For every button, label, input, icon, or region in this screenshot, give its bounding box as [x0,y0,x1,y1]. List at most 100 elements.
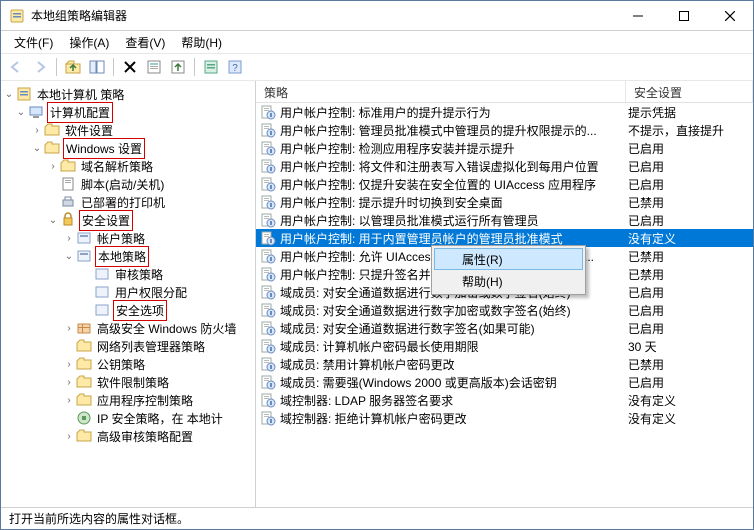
policy-value: 已禁用 [626,248,753,265]
help-button[interactable]: ? [224,56,246,78]
tree-advanced-audit[interactable]: › 高级审核策略配置 [1,427,255,445]
tree-computer-config[interactable]: ⌄ 计算机配置 [1,103,255,121]
maximize-button[interactable] [661,1,707,30]
expand-icon[interactable]: › [31,125,43,136]
expand-icon[interactable]: › [47,161,59,172]
tree-network-list[interactable]: 网络列表管理器策略 [1,337,255,355]
list-row[interactable]: 用户帐户控制: 标准用户的提升提示行为提示凭据 [256,103,753,121]
policy-value: 已启用 [626,302,753,319]
policy-item-icon [260,410,276,426]
tree-root[interactable]: ⌄ 本地计算机 策略 [1,85,255,103]
tree-label: 脚本(启动/关机) [79,175,166,194]
expand-icon[interactable]: ⌄ [47,215,59,226]
expand-icon[interactable]: › [63,323,75,334]
cm-label: 属性(R) [462,251,503,268]
properties-button[interactable] [143,56,165,78]
column-policy[interactable]: 策略 [256,81,626,102]
policy-item-icon [260,230,276,246]
policy-item-icon [260,392,276,408]
tree-dns-policy[interactable]: › 域名解析策略 [1,157,255,175]
delete-button[interactable] [119,56,141,78]
policy-item-icon [260,122,276,138]
policy-value: 提示凭据 [626,104,753,121]
list-row[interactable]: 域成员: 对安全通道数据进行数字加密或数字签名(始终)已启用 [256,301,753,319]
expand-icon[interactable]: › [63,233,75,244]
tree-label: 公钥策略 [95,355,147,374]
policy-value: 已启用 [626,374,753,391]
list-row[interactable]: 域成员: 对安全通道数据进行数字签名(如果可能)已启用 [256,319,753,337]
tree-scripts[interactable]: 脚本(启动/关机) [1,175,255,193]
menu-file[interactable]: 文件(F) [7,32,60,53]
tree-windows-settings[interactable]: ⌄ Windows 设置 [1,139,255,157]
expand-icon[interactable]: ⌄ [31,143,43,154]
close-button[interactable] [707,1,753,30]
list-row[interactable]: 域控制器: LDAP 服务器签名要求没有定义 [256,391,753,409]
tree-software-settings[interactable]: › 软件设置 [1,121,255,139]
policy-item-icon [260,302,276,318]
tree-app-control[interactable]: › 应用程序控制策略 [1,391,255,409]
expand-icon[interactable]: › [63,359,75,370]
expand-icon[interactable]: ⌄ [3,89,15,100]
tree-security-settings[interactable]: ⌄ 安全设置 [1,211,255,229]
policy-name: 用户帐户控制: 标准用户的提升提示行为 [280,104,626,121]
expand-icon[interactable]: ⌄ [15,107,27,118]
list-row[interactable]: 域控制器: 拒绝计算机帐户密码更改没有定义 [256,409,753,427]
refresh-button[interactable] [200,56,222,78]
list-row[interactable]: 用户帐户控制: 管理员批准模式中管理员的提升权限提示的...不提示，直接提升 [256,121,753,139]
list-row[interactable]: 用户帐户控制: 仅提升安装在安全位置的 UIAccess 应用程序已启用 [256,175,753,193]
expand-icon[interactable]: ⌄ [63,251,75,262]
up-button[interactable] [62,56,84,78]
tree-account-policies[interactable]: › 帐户策略 [1,229,255,247]
policy-name: 域成员: 禁用计算机帐户密码更改 [280,356,626,373]
tree-user-rights[interactable]: 用户权限分配 [1,283,255,301]
tree-ip-sec[interactable]: IP 安全策略，在 本地计 [1,409,255,427]
tree-software-restrict[interactable]: › 软件限制策略 [1,373,255,391]
tree-audit-policy[interactable]: 审核策略 [1,265,255,283]
policy-folder-icon [76,248,92,264]
column-setting[interactable]: 安全设置 [626,81,753,102]
expand-icon[interactable]: › [63,377,75,388]
menu-help[interactable]: 帮助(H) [174,32,229,53]
list-row[interactable]: 用户帐户控制: 以管理员批准模式运行所有管理员已启用 [256,211,753,229]
tree-label: Windows 设置 [63,138,145,159]
list-row[interactable]: 用户帐户控制: 检测应用程序安装并提示提升已启用 [256,139,753,157]
list-row[interactable]: 域成员: 计算机帐户密码最长使用期限30 天 [256,337,753,355]
tree-printers[interactable]: 已部署的打印机 [1,193,255,211]
tree-local-policies[interactable]: ⌄ 本地策略 [1,247,255,265]
list-row[interactable]: 域成员: 需要强(Windows 2000 或更高版本)会话密钥已启用 [256,373,753,391]
window-title: 本地组策略编辑器 [31,7,615,24]
context-menu-help[interactable]: 帮助(H) [434,270,583,292]
policy-value: 已启用 [626,320,753,337]
policy-name: 域控制器: 拒绝计算机帐户密码更改 [280,410,626,427]
tree-public-key[interactable]: › 公钥策略 [1,355,255,373]
tree-label: 审核策略 [113,265,165,284]
show-hide-button[interactable] [86,56,108,78]
tree-label: 应用程序控制策略 [95,391,195,410]
expand-icon[interactable]: › [63,395,75,406]
list-row[interactable]: 用户帐户控制: 将文件和注册表写入错误虚拟化到每用户位置已启用 [256,157,753,175]
toolbar-sep [194,58,195,76]
export-button[interactable] [167,56,189,78]
menu-action[interactable]: 操作(A) [62,32,116,53]
menu-view[interactable]: 查看(V) [118,32,172,53]
context-menu: 属性(R) 帮助(H) [431,245,586,295]
policy-name: 域成员: 需要强(Windows 2000 或更高版本)会话密钥 [280,374,626,391]
back-button[interactable] [5,56,27,78]
list-body[interactable]: 用户帐户控制: 标准用户的提升提示行为提示凭据用户帐户控制: 管理员批准模式中管… [256,103,753,507]
policy-value: 已禁用 [626,266,753,283]
context-menu-properties[interactable]: 属性(R) [434,248,583,270]
policy-item-icon [260,140,276,156]
tree-security-options[interactable]: 安全选项 [1,301,255,319]
tree-pane[interactable]: ⌄ 本地计算机 策略 ⌄ 计算机配置 › 软件设置 ⌄ Windows 设置 › [1,81,256,507]
list-pane: 策略 安全设置 用户帐户控制: 标准用户的提升提示行为提示凭据用户帐户控制: 管… [256,81,753,507]
policy-item-icon [260,194,276,210]
forward-button[interactable] [29,56,51,78]
expand-icon[interactable]: › [63,431,75,442]
list-row[interactable]: 用户帐户控制: 提示提升时切换到安全桌面已禁用 [256,193,753,211]
list-row[interactable]: 域成员: 禁用计算机帐户密码更改已禁用 [256,355,753,373]
tree-label: 安全选项 [113,300,167,321]
minimize-button[interactable] [615,1,661,30]
firewall-icon [76,320,92,336]
policy-name: 域控制器: LDAP 服务器签名要求 [280,392,626,409]
tree-advanced-fw[interactable]: › 高级安全 Windows 防火墙 [1,319,255,337]
